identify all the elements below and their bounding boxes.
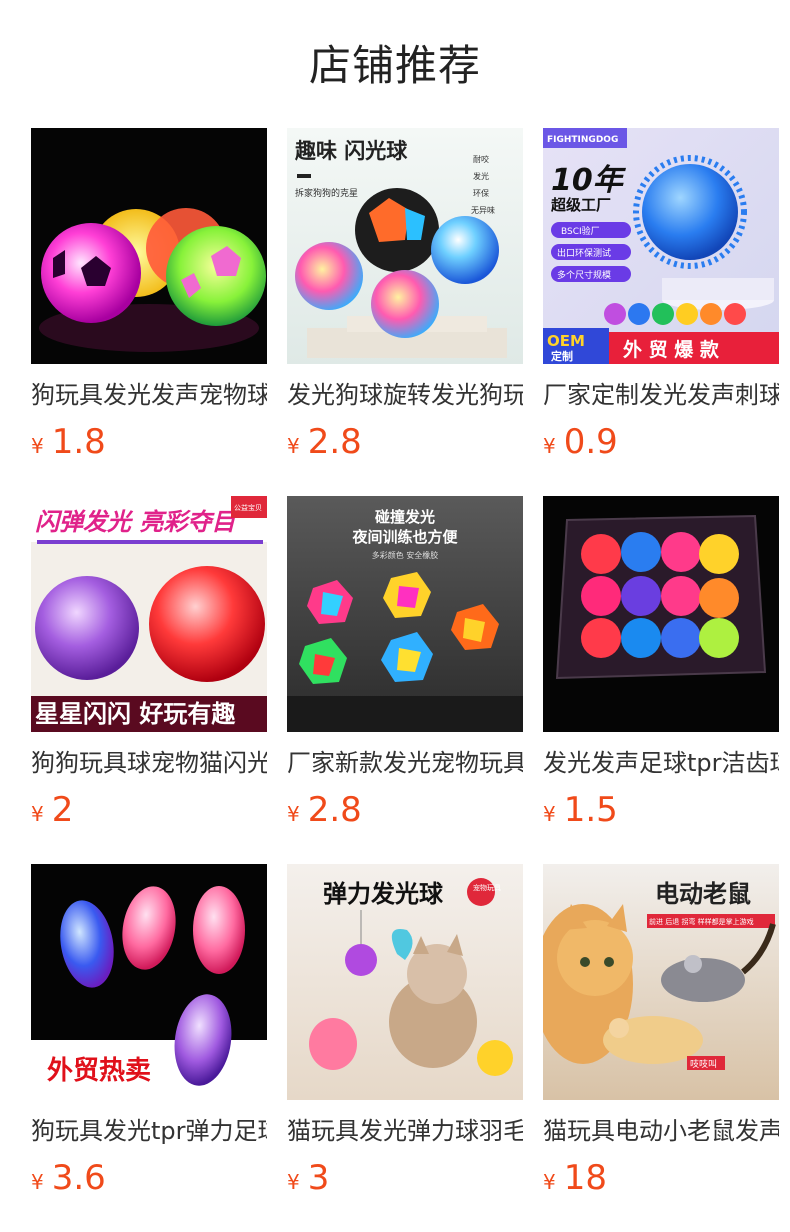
- recommend-page: 店铺推荐 狗玩具发光发声宠物球 ¥ 1.8 趣味 闪光球 拆家狗狗的克星 耐咬 …: [0, 0, 790, 1232]
- product-title[interactable]: 狗玩具发光发声宠物球: [31, 378, 267, 412]
- product-title[interactable]: 厂家新款发光宠物玩具球: [287, 746, 523, 780]
- price-value: 0.9: [563, 422, 618, 462]
- product-image[interactable]: [31, 128, 267, 364]
- product-card[interactable]: 外贸热卖 狗玩具发光tpr弹力足球 ¥3.6: [31, 864, 267, 1232]
- image-caption: 宠物玩具: [473, 883, 501, 892]
- product-card[interactable]: 弹力发光球 宠物玩具 猫玩具发光弹力球羽毛 ¥3: [287, 864, 523, 1232]
- product-price: ¥1.5: [543, 790, 779, 830]
- product-price: ¥3.6: [31, 1158, 267, 1198]
- product-image[interactable]: 趣味 闪光球 拆家狗狗的克星 耐咬 发光 环保 无异味: [287, 128, 523, 364]
- product-title[interactable]: 猫玩具电动小老鼠发声: [543, 1114, 779, 1148]
- image-caption: 出口环保测试: [557, 247, 611, 259]
- product-price: ¥0.9: [543, 422, 779, 462]
- image-caption: 闪弹发光 亮彩夺目: [35, 508, 237, 536]
- product-card[interactable]: 碰撞发光 夜间训练也方便 多彩颜色 安全橡胶 厂家新款发光宠物玩具球: [287, 496, 523, 864]
- currency-symbol: ¥: [287, 1170, 300, 1194]
- price-value: 18: [563, 1158, 607, 1198]
- product-price: ¥2: [31, 790, 267, 830]
- product-title[interactable]: 狗狗玩具球宠物猫闪光球: [31, 746, 267, 780]
- price-value: 3: [307, 1158, 330, 1198]
- product-title[interactable]: 狗玩具发光tpr弹力足球: [31, 1114, 267, 1148]
- image-caption: 多个尺寸规模: [557, 269, 611, 281]
- image-caption: 多彩颜色 安全橡胶: [372, 550, 439, 560]
- image-caption: 碰撞发光: [375, 508, 435, 526]
- image-caption: 前进 后退 拐弯 样样都是掌上游戏: [649, 917, 754, 926]
- price-value: 2.8: [307, 422, 362, 462]
- product-title[interactable]: 厂家定制发光发声刺球: [543, 378, 779, 412]
- product-card[interactable]: 发光发声足球tpr洁齿球 ¥1.5: [543, 496, 779, 864]
- image-caption: 星星闪闪 好玩有趣: [35, 700, 236, 728]
- product-image[interactable]: FIGHTINGDOG 10年 超级工厂 BSCI验厂 出口环保测试 多个尺寸规…: [543, 128, 779, 364]
- product-grid: 狗玩具发光发声宠物球 ¥1.8 趣味 闪光球 拆家狗狗的克星 耐咬 发光 环保 …: [31, 128, 779, 1232]
- product-card[interactable]: 狗玩具发光发声宠物球 ¥1.8: [31, 128, 267, 496]
- currency-symbol: ¥: [31, 434, 44, 458]
- currency-symbol: ¥: [543, 434, 556, 458]
- currency-symbol: ¥: [287, 434, 300, 458]
- price-value: 1.5: [563, 790, 618, 830]
- image-caption: 夜间训练也方便: [351, 528, 458, 546]
- image-caption: 超级工厂: [550, 196, 611, 214]
- image-caption: 10年: [551, 163, 627, 198]
- product-card[interactable]: FIGHTINGDOG 10年 超级工厂 BSCI验厂 出口环保测试 多个尺寸规…: [543, 128, 779, 496]
- image-caption: 弹力发光球: [323, 880, 444, 908]
- image-caption: 环保: [473, 188, 489, 198]
- section-title: 店铺推荐: [308, 41, 481, 90]
- product-image[interactable]: 弹力发光球 宠物玩具: [287, 864, 523, 1100]
- product-image[interactable]: 闪弹发光 亮彩夺目 公益宝贝 星星闪闪 好玩有趣: [31, 496, 267, 732]
- price-value: 3.6: [51, 1158, 106, 1198]
- image-caption: 拆家狗狗的克星: [295, 187, 358, 199]
- product-image[interactable]: 电动老鼠 前进 后退 拐弯 样样都是掌上游戏 吱吱叫: [543, 864, 779, 1100]
- image-caption: 外 贸 爆 款: [623, 338, 720, 361]
- product-image[interactable]: 碰撞发光 夜间训练也方便 多彩颜色 安全橡胶: [287, 496, 523, 732]
- image-caption: 定制: [551, 349, 573, 363]
- price-value: 1.8: [51, 422, 106, 462]
- image-caption: 趣味 闪光球: [294, 139, 408, 163]
- product-price: ¥18: [543, 1158, 779, 1198]
- image-caption: 外贸热卖: [47, 1056, 151, 1086]
- image-caption: 吱吱叫: [690, 1058, 717, 1070]
- product-card[interactable]: 闪弹发光 亮彩夺目 公益宝贝 星星闪闪 好玩有趣 狗狗玩具球宠物猫闪光球 ¥2: [31, 496, 267, 864]
- product-price: ¥2.8: [287, 790, 523, 830]
- price-value: 2.8: [307, 790, 362, 830]
- product-image[interactable]: [543, 496, 779, 732]
- image-caption: 公益宝贝: [234, 503, 262, 512]
- product-title[interactable]: 猫玩具发光弹力球羽毛: [287, 1114, 523, 1148]
- product-card[interactable]: 趣味 闪光球 拆家狗狗的克星 耐咬 发光 环保 无异味 发光狗球旋转发光狗玩 ¥…: [287, 128, 523, 496]
- product-card[interactable]: 电动老鼠 前进 后退 拐弯 样样都是掌上游戏 吱吱叫 猫玩具电动小老鼠发声 ¥ …: [543, 864, 779, 1232]
- image-caption: 电动老鼠: [655, 880, 751, 908]
- image-caption: BSCI验厂: [561, 225, 600, 237]
- currency-symbol: ¥: [31, 802, 44, 826]
- image-caption: OEM: [547, 332, 585, 350]
- price-value: 2: [51, 790, 74, 830]
- product-price: ¥1.8: [31, 422, 267, 462]
- image-caption: 无异味: [471, 205, 495, 215]
- currency-symbol: ¥: [287, 802, 300, 826]
- product-title[interactable]: 发光狗球旋转发光狗玩具: [287, 378, 523, 412]
- currency-symbol: ¥: [543, 802, 556, 826]
- currency-symbol: ¥: [543, 1170, 556, 1194]
- currency-symbol: ¥: [31, 1170, 44, 1194]
- product-image[interactable]: 外贸热卖: [31, 864, 267, 1100]
- image-caption: FIGHTINGDOG: [547, 135, 618, 145]
- product-price: ¥2.8: [287, 422, 523, 462]
- image-caption: 耐咬: [473, 154, 489, 164]
- product-title[interactable]: 发光发声足球tpr洁齿球: [543, 746, 779, 780]
- image-caption: 发光: [473, 171, 489, 181]
- product-price: ¥3: [287, 1158, 523, 1198]
